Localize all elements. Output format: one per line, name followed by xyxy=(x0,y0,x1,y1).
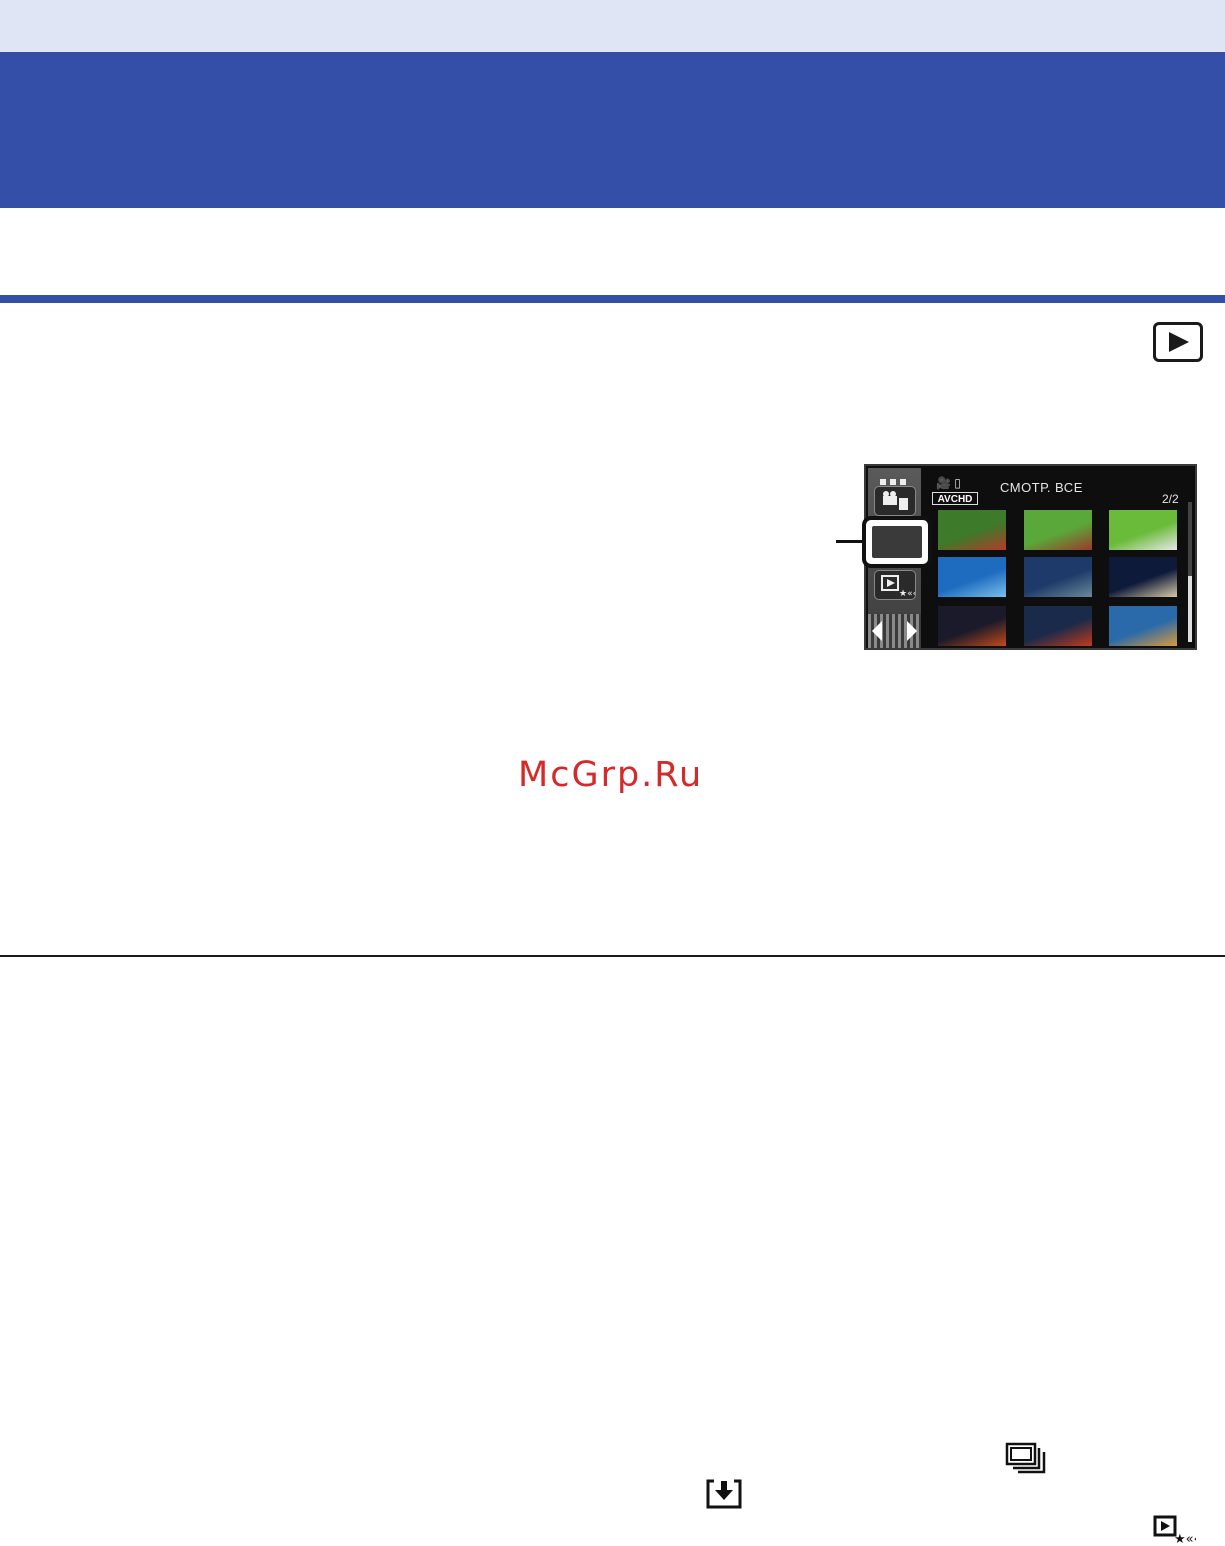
svg-text:★««: ★«« xyxy=(1174,1532,1196,1544)
thumbnail-underwater-ray[interactable] xyxy=(938,557,1006,597)
scrollbar-thumb[interactable] xyxy=(1188,576,1192,642)
page-indicator: 2/2 xyxy=(1162,492,1179,506)
highlight-play-icon: ★«« xyxy=(1153,1515,1196,1544)
thumbnail-coral-reef[interactable] xyxy=(1024,557,1092,597)
thumbnail-girl-on-swing[interactable] xyxy=(938,510,1006,550)
watermark: McGrp.Ru xyxy=(518,755,704,795)
header-band xyxy=(0,52,1225,208)
movie-photo-toggle-button[interactable] xyxy=(874,486,916,516)
thumbnail-red-dog[interactable] xyxy=(1024,510,1092,550)
mode-icons: 🎥 ▯ xyxy=(936,476,961,490)
section-rule xyxy=(0,295,1225,303)
format-badge: AVCHD xyxy=(932,492,978,505)
thumbnail-red-temple-2[interactable] xyxy=(1024,606,1092,646)
callout-button xyxy=(862,516,932,568)
callout-button-face xyxy=(872,526,922,558)
page-nav-arrows[interactable] xyxy=(868,614,921,648)
top-band xyxy=(0,0,1225,52)
screen-title: СМОТР. ВСЕ xyxy=(1000,480,1083,495)
thumbnail-red-temple-1[interactable] xyxy=(938,606,1006,646)
movie-camera-icon xyxy=(883,491,908,510)
thumbnail-night-couple[interactable] xyxy=(1109,557,1177,597)
divider-line xyxy=(0,955,1225,957)
svg-text:★««: ★«« xyxy=(899,589,915,599)
highlight-play-button[interactable]: ★«« xyxy=(874,570,918,600)
highlight-play-icon: ★«« xyxy=(881,575,918,599)
thumbnail-temple-dusk[interactable] xyxy=(1109,606,1177,646)
save-down-icon xyxy=(706,1479,742,1509)
multi-frame-icon xyxy=(1005,1442,1046,1474)
play-mode-icon xyxy=(1153,322,1203,362)
thumbnail-white-dog[interactable] xyxy=(1109,510,1177,550)
